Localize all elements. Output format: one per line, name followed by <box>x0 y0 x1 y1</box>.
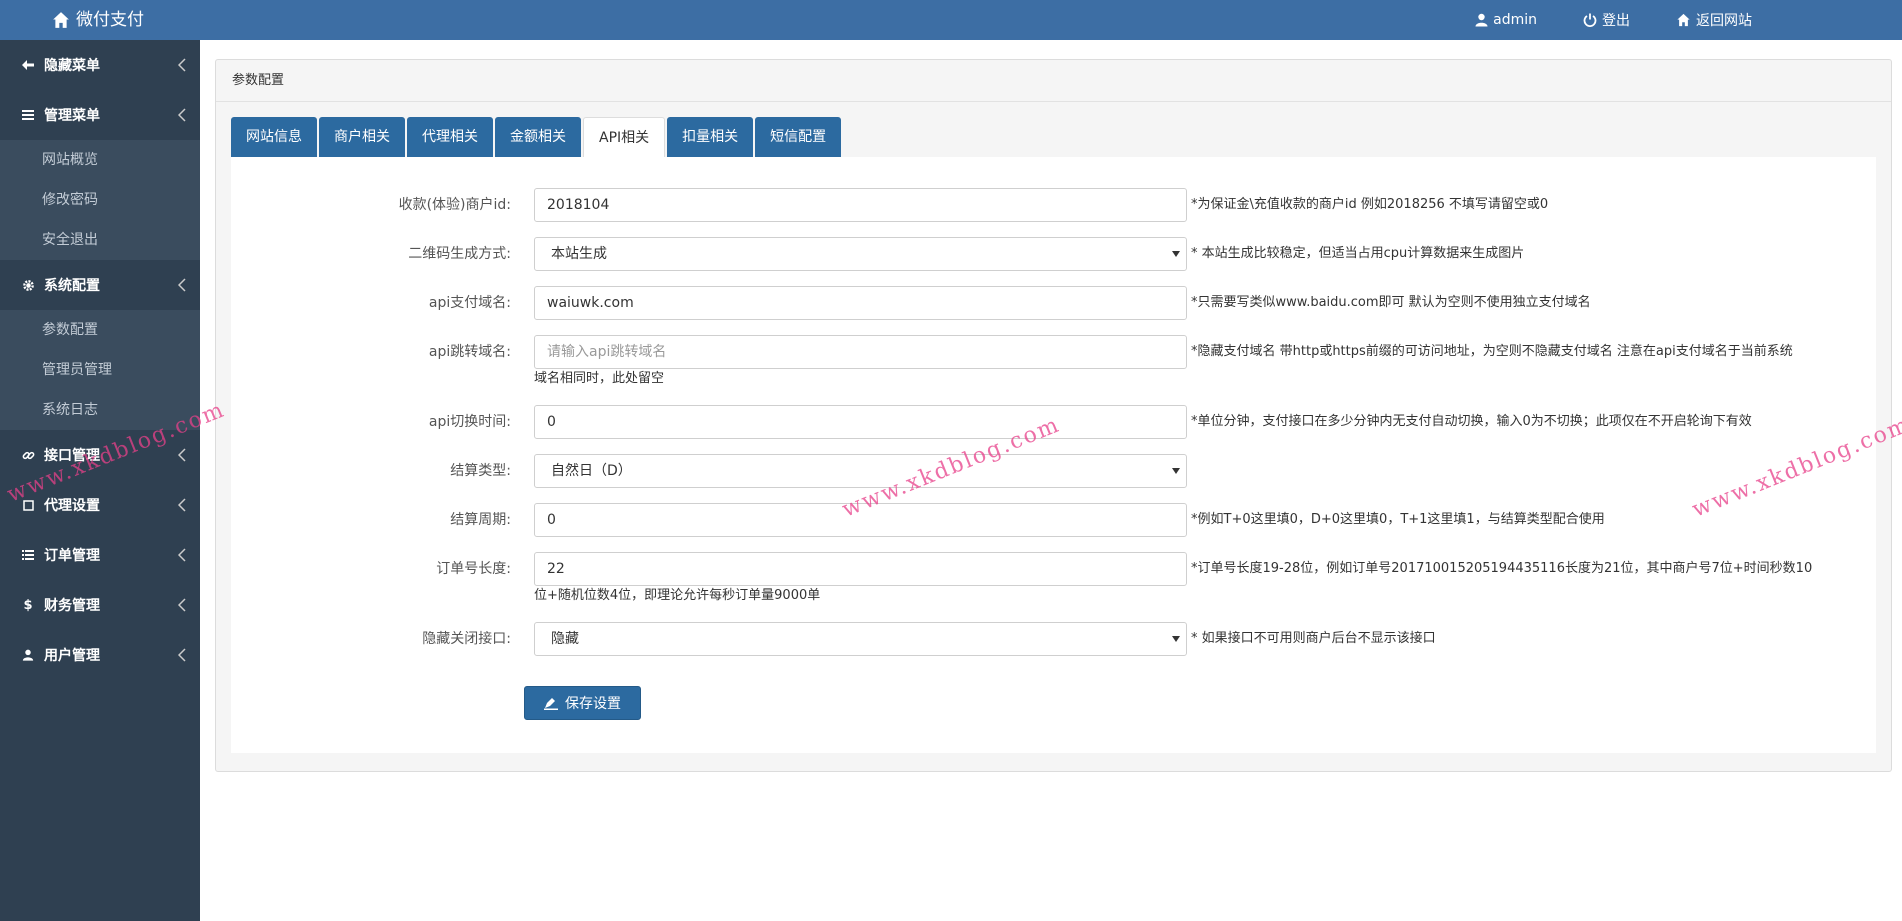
sidebar-submenu-system: 参数配置 管理员管理 系统日志 <box>0 310 200 430</box>
sidebar-group-label: 财务管理 <box>44 598 100 614</box>
tab-amount[interactable]: 金额相关 <box>495 117 581 157</box>
sidebar-submenu-admin: 网站概览 修改密码 安全退出 <box>0 140 200 260</box>
chevron-left-icon <box>178 58 186 72</box>
user-menu-link[interactable]: admin <box>1475 12 1537 28</box>
api-jump-domain-hint-cont: 域名相同时，此处留空 <box>534 371 665 386</box>
home-icon <box>53 12 69 28</box>
list-icon <box>22 550 34 560</box>
logout-link[interactable]: 登出 <box>1583 10 1630 30</box>
chevron-left-icon <box>178 598 186 612</box>
settle-type-select[interactable]: 自然日（D） <box>534 454 1187 488</box>
sidebar-group-admin-menu[interactable]: 管理菜单 <box>0 90 200 140</box>
order-length-label: 订单号长度: <box>436 561 511 577</box>
api-switch-time-input[interactable] <box>534 405 1187 439</box>
order-length-input[interactable] <box>534 552 1187 586</box>
dropdown-arrow-icon <box>1172 468 1180 474</box>
sidebar-item-param-config[interactable]: 参数配置 <box>0 310 200 350</box>
api-jump-domain-hint: *隐藏支付域名 带http或https前缀的可访问地址，为空则不隐藏支付域名 注… <box>1191 344 1793 359</box>
settle-type-value: 自然日（D） <box>551 463 632 479</box>
user-name: admin <box>1493 12 1537 28</box>
arrow-left-icon <box>22 60 34 70</box>
user-icon <box>1475 13 1488 27</box>
dropdown-arrow-icon <box>1172 636 1180 642</box>
sidebar-group-users[interactable]: 用户管理 <box>0 630 200 680</box>
save-button[interactable]: 保存设置 <box>524 686 641 720</box>
qrcode-mode-select[interactable]: 本站生成 <box>534 237 1187 271</box>
chevron-left-icon <box>178 108 186 122</box>
order-length-hint-cont: 位+随机位数4位，即理论允许每秒订单量9000单 <box>534 588 821 603</box>
dollar-icon: $ <box>23 597 33 613</box>
hide-closed-label: 隐藏关闭接口: <box>422 631 511 647</box>
tab-bar: 网站信息 商户相关 代理相关 金额相关 API相关 扣量相关 短信配置 <box>231 117 843 157</box>
tab-sms[interactable]: 短信配置 <box>755 117 842 157</box>
sidebar-group-orders[interactable]: 订单管理 <box>0 530 200 580</box>
gear-icon <box>22 279 34 291</box>
tab-agent[interactable]: 代理相关 <box>407 117 493 157</box>
tab-api[interactable]: API相关 <box>583 117 666 157</box>
api-switch-time-label: api切换时间: <box>428 414 511 430</box>
home-icon <box>1677 13 1690 27</box>
merchant-id-label: 收款(体验)商户id: <box>398 197 511 213</box>
tab-site-info[interactable]: 网站信息 <box>231 117 317 157</box>
sidebar-group-system-config[interactable]: 系统配置 <box>0 260 200 310</box>
merchant-id-hint: *为保证金\充值收款的商户id 例如2018256 不填写请留空或0 <box>1191 197 1549 212</box>
order-length-hint: *订单号长度19-28位，例如订单号20171001520519443511​6… <box>1191 561 1813 576</box>
sidebar-item-site-overview[interactable]: 网站概览 <box>0 140 200 180</box>
api-domain-input[interactable] <box>534 286 1187 320</box>
qrcode-mode-hint: * 本站生成比较稳定，但适当占用cpu计算数据来生成图片 <box>1191 246 1525 261</box>
hide-closed-hint: * 如果接口不可用则商户后台不显示该接口 <box>1191 631 1436 646</box>
chevron-left-icon <box>178 278 186 292</box>
qrcode-mode-label: 二维码生成方式: <box>408 246 511 262</box>
user-icon <box>22 649 34 661</box>
chevron-left-icon <box>178 498 186 512</box>
api-switch-time-hint: *单位分钟，支付接口在多少分钟内无支付自动切换，输入0为不切换；此项仅在不开启轮… <box>1191 414 1752 429</box>
list-icon <box>22 110 34 120</box>
tab-deduction[interactable]: 扣量相关 <box>667 117 754 157</box>
api-domain-hint: *只需要写类似www.baidu.com即可 默认为空则不使用独立支付域名 <box>1191 295 1591 310</box>
settle-type-label: 结算类型: <box>450 463 511 479</box>
logout-label: 登出 <box>1602 13 1630 29</box>
sidebar-group-label: 用户管理 <box>44 648 100 664</box>
api-jump-domain-label: api跳转域名: <box>428 344 511 360</box>
api-jump-domain-input[interactable] <box>534 335 1187 369</box>
hide-closed-select[interactable]: 隐藏 <box>534 622 1187 656</box>
sidebar-group-label: 代理设置 <box>44 498 100 514</box>
qrcode-mode-value: 本站生成 <box>551 246 607 262</box>
top-nav: admin 登出 返回网站 <box>1429 0 1752 40</box>
power-icon <box>1583 13 1597 27</box>
chevron-left-icon <box>178 648 186 662</box>
save-button-label: 保存设置 <box>565 696 621 712</box>
chevron-left-icon <box>178 448 186 462</box>
back-to-site-link[interactable]: 返回网站 <box>1676 10 1752 30</box>
edit-icon <box>544 697 558 710</box>
link-icon <box>22 451 34 459</box>
brand-title: 微付支付 <box>76 10 144 30</box>
sidebar-group-label: 系统配置 <box>44 278 100 294</box>
sidebar-group-label: 隐藏菜单 <box>44 58 100 74</box>
brand[interactable]: 微付支付 <box>52 0 144 40</box>
chevron-left-icon <box>178 548 186 562</box>
merchant-id-input[interactable] <box>534 188 1187 222</box>
tab-merchant[interactable]: 商户相关 <box>319 117 405 157</box>
top-bar: 微付支付 admin 登出 返回网站 <box>0 0 1902 40</box>
sidebar-group-label: 订单管理 <box>44 548 100 564</box>
sidebar-group-finance[interactable]: $ 财务管理 <box>0 580 200 630</box>
hide-closed-value: 隐藏 <box>551 631 579 647</box>
sidebar-item-admin-management[interactable]: 管理员管理 <box>0 350 200 390</box>
dropdown-arrow-icon <box>1172 251 1180 257</box>
settle-period-label: 结算周期: <box>450 512 511 528</box>
back-to-site-label: 返回网站 <box>1696 13 1752 29</box>
sidebar-item-safe-logout[interactable]: 安全退出 <box>0 220 200 260</box>
sidebar-group-label: 管理菜单 <box>44 108 100 124</box>
api-domain-label: api支付域名: <box>428 295 511 311</box>
tab-content: 收款(体验)商户id: *为保证金\充值收款的商户id 例如2018256 不填… <box>231 157 1876 753</box>
panel-title: 参数配置 <box>216 60 1891 102</box>
sidebar-group-hide-menu[interactable]: 隐藏菜单 <box>0 40 200 90</box>
settle-period-hint: *例如T+0这里填0，D+0这里填0，T+1这里填1，与结算类型配合使用 <box>1191 512 1605 527</box>
sidebar-item-change-password[interactable]: 修改密码 <box>0 180 200 220</box>
